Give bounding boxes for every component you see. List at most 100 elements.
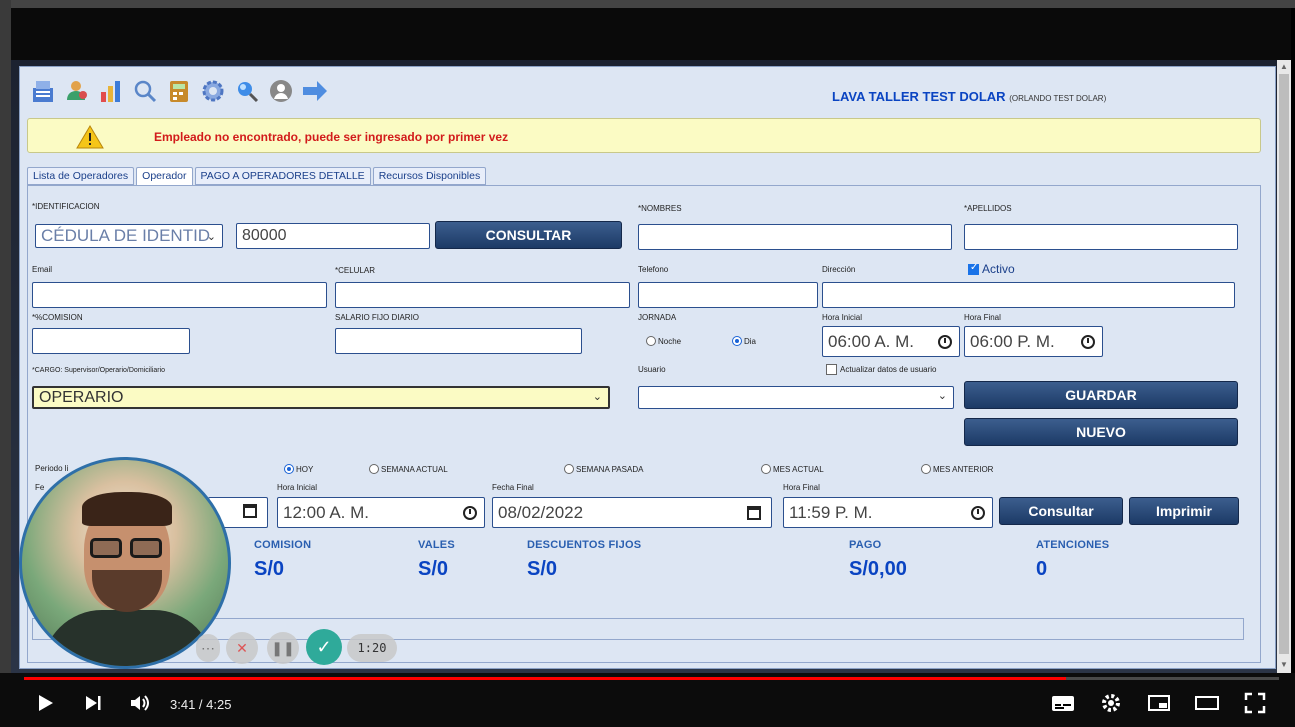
email-label: Email — [32, 265, 53, 274]
fullscreen-icon[interactable] — [1240, 688, 1270, 718]
hora-final-input[interactable]: 06:00 P. M. — [964, 326, 1103, 357]
apellidos-input[interactable] — [964, 224, 1238, 250]
tab-lista-operadores[interactable]: Lista de Operadores — [27, 167, 135, 185]
hora-inicial-label: Hora Inicial — [822, 313, 863, 322]
mes-anterior-radio[interactable]: MES ANTERIOR — [921, 464, 993, 474]
usuario-label: Usuario — [638, 365, 666, 374]
semana-actual-radio[interactable]: SEMANA ACTUAL — [369, 464, 448, 474]
identificacion-label: *IDENTIFICACION — [32, 202, 100, 211]
radio-icon — [921, 464, 931, 474]
periodo-consultar-button[interactable]: Consultar — [999, 497, 1123, 525]
semana-actual-label: SEMANA ACTUAL — [381, 464, 448, 474]
fecha-final-label: Fecha Final — [492, 483, 534, 492]
settings-icon[interactable] — [1096, 688, 1126, 718]
celular-label: *CELULAR — [335, 266, 376, 275]
play-icon[interactable] — [30, 688, 60, 718]
mes-anterior-label: MES ANTERIOR — [933, 464, 994, 474]
atenciones-value: 0 — [1036, 558, 1048, 580]
apellidos-label: *APELLIDOS — [964, 204, 1012, 213]
arrow-right-icon[interactable] — [300, 76, 330, 106]
pause-icon[interactable]: ❚❚ — [267, 632, 299, 664]
id-type-select[interactable]: CÉDULA DE IDENTID ⌄ — [35, 224, 223, 248]
hora-inicial-input[interactable]: 06:00 A. M. — [822, 326, 960, 357]
radio-selected-icon — [284, 464, 294, 474]
id-type-value: CÉDULA DE IDENTID — [41, 226, 211, 245]
direccion-input[interactable] — [822, 282, 1235, 308]
id-value-input[interactable]: 80000 — [236, 223, 430, 249]
clock-icon — [971, 506, 985, 520]
pago-label: PAGO — [849, 539, 882, 551]
imprimir-button[interactable]: Imprimir — [1129, 497, 1239, 525]
periodo-hora-final-input[interactable]: 11:59 P. M. — [783, 497, 993, 528]
search-icon[interactable] — [130, 76, 160, 106]
periodo-label: Periodo li — [35, 464, 69, 473]
celular-input[interactable] — [335, 282, 630, 308]
telefono-input[interactable] — [638, 282, 818, 308]
periodo-hora-inicial-input[interactable]: 12:00 A. M. — [277, 497, 485, 528]
calculator-icon[interactable] — [164, 76, 194, 106]
gear-icon[interactable] — [198, 76, 228, 106]
comision-label: *%COMISION — [32, 313, 83, 322]
usuario-select[interactable]: ⌄ — [638, 386, 954, 409]
magnifier-icon[interactable] — [232, 76, 262, 106]
salario-label: SALARIO FIJO DIARIO — [335, 313, 420, 322]
fecha-final-input[interactable]: 08/02/2022 — [492, 497, 772, 528]
noche-radio[interactable]: Noche — [646, 336, 681, 346]
comision-input[interactable] — [32, 328, 190, 354]
user-circle-icon[interactable] — [266, 76, 296, 106]
calendar-icon — [747, 506, 761, 520]
hoy-radio[interactable]: HOY — [284, 464, 313, 474]
fecha-final-value: 08/02/2022 — [498, 503, 584, 522]
company-title: LAVA TALLER TEST DOLAR — [832, 89, 1006, 104]
actualizar-label: Actualizar datos de usuario — [840, 365, 937, 374]
semana-pasada-radio[interactable]: SEMANA PASADA — [564, 464, 643, 474]
noche-label: Noche — [658, 336, 682, 346]
actualizar-checkbox[interactable]: Actualizar datos de usuario — [826, 364, 937, 375]
scroll-up-icon[interactable]: ▲ — [1279, 62, 1289, 72]
consultar-button[interactable]: CONSULTAR — [435, 221, 622, 249]
scrollbar[interactable]: ▲ ▼ — [1277, 60, 1291, 673]
periodo-hora-final-label: Hora Final — [783, 483, 820, 492]
chart-icon[interactable] — [96, 76, 126, 106]
vales-value: S/0 — [418, 558, 449, 580]
webcam-hair — [82, 492, 172, 526]
next-icon[interactable] — [78, 688, 108, 718]
subtitles-icon[interactable] — [1048, 688, 1078, 718]
volume-icon[interactable] — [125, 688, 155, 718]
warning-icon — [76, 125, 104, 149]
cancel-recording-icon[interactable]: ✕ — [226, 632, 258, 664]
theater-icon[interactable] — [1192, 688, 1222, 718]
radio-selected-icon — [732, 336, 742, 346]
tab-pago-operadores[interactable]: PAGO A OPERADORES DETALLE — [194, 167, 371, 185]
email-input[interactable] — [32, 282, 327, 308]
clock-icon — [938, 335, 952, 349]
tab-operador[interactable]: Operador — [136, 167, 193, 186]
guardar-button[interactable]: GUARDAR — [964, 381, 1238, 409]
checkbox-checked-icon — [968, 262, 979, 275]
confirm-recording-icon[interactable]: ✓ — [306, 629, 342, 665]
periodo-hora-inicial-label: Hora Inicial — [277, 483, 318, 492]
dia-radio[interactable]: Dia — [732, 336, 756, 346]
salario-input[interactable] — [335, 328, 582, 354]
more-icon[interactable]: ⋯ — [196, 634, 220, 662]
activo-checkbox[interactable]: Activo — [968, 262, 1015, 276]
register-icon[interactable] — [28, 76, 58, 106]
glasses-right — [130, 538, 162, 558]
nuevo-button[interactable]: NUEVO — [964, 418, 1238, 446]
mes-actual-radio[interactable]: MES ACTUAL — [761, 464, 824, 474]
tab-recursos[interactable]: Recursos Disponibles — [372, 167, 487, 185]
periodo-hora-final-value: 11:59 P. M. — [789, 503, 873, 522]
users-icon[interactable] — [62, 76, 92, 106]
alert-message: Empleado no encontrado, puede ser ingres… — [154, 130, 509, 144]
hoy-label: HOY — [296, 464, 314, 474]
cargo-select[interactable]: OPERARIO ⌄ — [32, 386, 610, 409]
activo-label: Activo — [982, 262, 1015, 276]
scroll-down-icon[interactable]: ▼ — [1279, 660, 1289, 670]
alert-banner: Empleado no encontrado, puede ser ingres… — [27, 118, 1261, 153]
scroll-thumb[interactable] — [1279, 74, 1289, 654]
nombres-input[interactable] — [638, 224, 952, 250]
clock-icon — [1081, 335, 1095, 349]
miniplayer-icon[interactable] — [1144, 688, 1174, 718]
glasses-left — [90, 538, 122, 558]
time-display: 3:41 / 4:25 — [170, 697, 232, 712]
